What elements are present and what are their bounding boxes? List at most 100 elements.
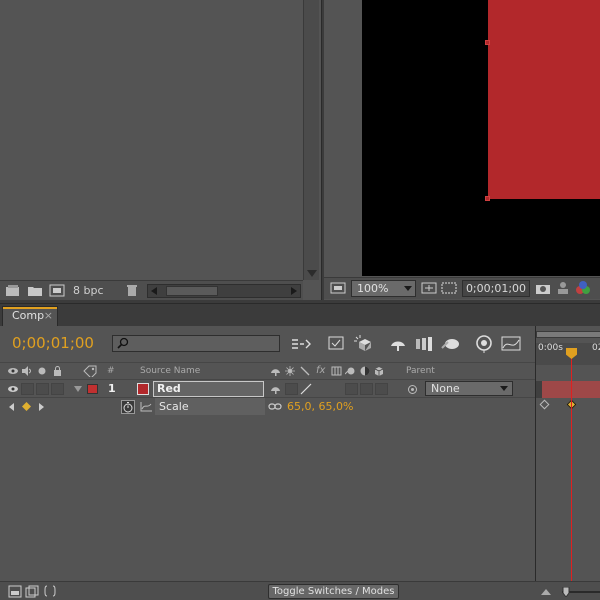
composition-canvas[interactable] [362, 0, 600, 276]
layer-search-input[interactable] [112, 335, 280, 352]
layer-row[interactable]: 1 Red None [0, 380, 535, 398]
work-area-bar[interactable] [536, 331, 600, 338]
add-keyframe-icon[interactable] [22, 402, 31, 411]
slider-thumb-icon[interactable] [562, 587, 570, 597]
frame-blending-icon[interactable] [413, 334, 435, 354]
ruler-label-start: 0:00s [538, 343, 563, 353]
tab-comp-label: Comp [12, 309, 45, 322]
in-out-panel-icon[interactable] [44, 585, 56, 598]
collapse-switch[interactable] [285, 383, 298, 395]
transform-handle[interactable] [485, 40, 490, 45]
interpret-footage-icon[interactable] [5, 284, 21, 297]
chevron-down-icon [500, 386, 508, 391]
live-update-icon[interactable] [326, 334, 348, 354]
quality-switch-icon[interactable] [300, 366, 310, 376]
playhead-line[interactable] [571, 353, 572, 600]
modes-panel-icon[interactable] [25, 585, 39, 598]
toggle-switches-modes-button[interactable]: Toggle Switches / Modes [268, 584, 399, 599]
viewer-current-time[interactable]: 0;00;01;00 [462, 280, 530, 297]
3d-layer-icon[interactable] [374, 366, 384, 376]
solo-icon[interactable] [38, 367, 46, 375]
tab-comp[interactable]: Comp × [2, 306, 58, 326]
property-row[interactable]: Scale 65,0, 65,0% [0, 398, 535, 415]
column-header-source-name[interactable]: Source Name [140, 366, 200, 376]
column-header-number[interactable]: # [107, 366, 115, 376]
pick-whip-icon[interactable] [407, 384, 418, 395]
effects-switch-icon[interactable]: fx [316, 365, 325, 376]
show-snapshot-icon[interactable] [556, 281, 570, 295]
layer-label-color[interactable] [87, 384, 98, 394]
color-channels-icon[interactable] [574, 280, 592, 296]
frame-blend-switch-icon[interactable] [331, 366, 342, 376]
timeline-toolbar: 0;00;01;00 [0, 326, 535, 366]
shy-switch-icon[interactable] [270, 366, 281, 376]
audio-icon[interactable] [21, 366, 32, 376]
timeline-panel: Comp × 0;00;01;00 # Source Name fx Paren… [0, 303, 600, 600]
project-panel: 8 bpc [0, 0, 322, 300]
adjustment-layer-icon[interactable] [360, 366, 370, 376]
lock-icon[interactable] [53, 366, 62, 376]
draft-3d-icon[interactable] [353, 334, 375, 354]
magnification-select[interactable]: 100% [351, 280, 416, 297]
always-preview-icon[interactable] [330, 281, 346, 295]
timeline-footer: Toggle Switches / Modes [0, 581, 600, 600]
new-composition-icon[interactable] [49, 284, 65, 297]
lock-toggle[interactable] [51, 383, 64, 395]
transform-handle[interactable] [485, 196, 490, 201]
project-horizontal-scrollbar[interactable] [147, 284, 301, 298]
property-name[interactable]: Scale [155, 398, 265, 415]
project-vertical-scrollbar[interactable] [303, 0, 319, 280]
ruler-label-next: 02 [592, 343, 600, 353]
keyframe[interactable] [539, 399, 550, 410]
next-keyframe-icon[interactable] [38, 403, 44, 411]
prev-keyframe-icon[interactable] [9, 403, 15, 411]
scroll-thumb[interactable] [166, 286, 218, 296]
eye-icon[interactable] [8, 367, 18, 375]
stopwatch-icon[interactable] [121, 400, 135, 414]
snapshot-camera-icon[interactable] [535, 281, 551, 295]
composition-viewer: 100% 0;00;01;00 [324, 0, 600, 300]
hide-shy-layers-icon[interactable] [387, 334, 409, 354]
audio-toggle[interactable] [21, 383, 34, 395]
scroll-left-arrow-icon[interactable] [151, 287, 157, 295]
scroll-down-arrow-icon[interactable] [307, 270, 317, 277]
close-icon[interactable]: × [44, 307, 53, 325]
comp-mini-flowchart-icon[interactable] [290, 334, 312, 354]
parent-select[interactable]: None [425, 381, 513, 396]
bit-depth-label[interactable]: 8 bpc [73, 284, 104, 297]
column-header-parent[interactable]: Parent [406, 366, 435, 376]
3d-switch[interactable] [375, 383, 388, 395]
layer-number: 1 [108, 382, 116, 395]
layer-switches-icon[interactable] [8, 585, 22, 598]
collapse-transformations-icon[interactable] [285, 366, 295, 376]
layer-name-field[interactable]: Red [153, 381, 264, 397]
visibility-eye-icon[interactable] [8, 385, 18, 393]
zoom-out-icon[interactable] [540, 587, 552, 596]
motion-blur-switch-icon[interactable] [345, 366, 356, 376]
search-icon [117, 337, 129, 349]
time-graph-area[interactable]: 0:00s 02 [535, 326, 600, 600]
constrain-proportions-link-icon[interactable] [268, 402, 282, 411]
brainstorm-icon[interactable] [473, 334, 495, 354]
new-folder-icon[interactable] [27, 284, 43, 297]
fit-frame-icon[interactable] [421, 281, 437, 295]
region-of-interest-icon[interactable] [441, 281, 457, 295]
viewer-footer: 100% 0;00;01;00 [324, 277, 600, 299]
current-time-display[interactable]: 0;00;01;00 [12, 334, 94, 352]
expand-triangle-icon[interactable] [73, 385, 83, 393]
graph-editor-icon[interactable] [500, 334, 522, 354]
shy-layer-icon[interactable] [270, 385, 281, 394]
scale-value[interactable]: 65,0, 65,0% [287, 400, 353, 413]
red-solid-layer[interactable] [488, 0, 600, 199]
layer-column-headers: # Source Name fx Parent [0, 362, 535, 380]
trash-icon[interactable] [124, 284, 140, 297]
motion-blur-icon[interactable] [440, 334, 462, 354]
solid-color-swatch [137, 383, 149, 395]
solo-toggle[interactable] [36, 383, 49, 395]
quality-line-icon[interactable] [300, 383, 312, 395]
label-tag-icon[interactable] [83, 365, 97, 377]
graph-toggle-icon[interactable] [140, 401, 153, 412]
scroll-right-arrow-icon[interactable] [291, 287, 297, 295]
motion-blur-switch[interactable] [345, 383, 358, 395]
adjustment-switch[interactable] [360, 383, 373, 395]
